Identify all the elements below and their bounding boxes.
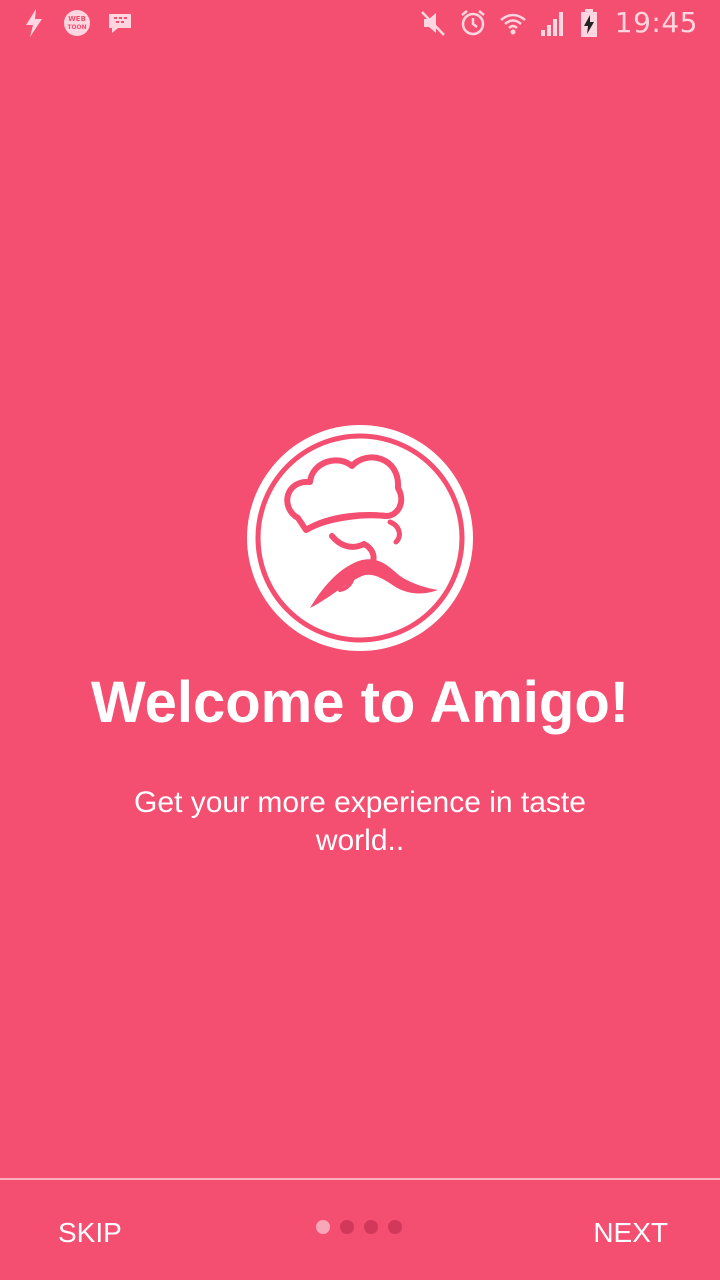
webtoon-text-top: WEB	[68, 15, 86, 23]
status-bar: WEB TOON 19:45	[0, 0, 720, 48]
battery-charging-icon	[580, 8, 597, 37]
page-dot-1[interactable]	[316, 1220, 330, 1234]
welcome-title: Welcome to Amigo!	[90, 670, 630, 735]
signal-icon	[540, 11, 563, 36]
page-dot-3[interactable]	[364, 1220, 378, 1234]
mute-icon	[420, 10, 445, 36]
page-dot-4[interactable]	[388, 1220, 402, 1234]
chef-icon	[247, 425, 473, 651]
webtoon-text-bottom: TOON	[67, 24, 86, 31]
next-button[interactable]: NEXT	[587, 1208, 674, 1258]
chef-logo	[240, 418, 480, 658]
page-indicator	[316, 1220, 402, 1234]
status-left-icons: WEB TOON	[20, 8, 134, 38]
page-dot-2[interactable]	[340, 1220, 354, 1234]
status-clock: 19:45	[614, 6, 698, 39]
alarm-icon	[461, 9, 485, 35]
skip-button[interactable]: SKIP	[52, 1208, 128, 1258]
webtoon-icon: WEB TOON	[64, 10, 90, 36]
bbm-icon	[109, 14, 131, 33]
status-right-icons: 19:45	[419, 6, 698, 39]
flash-icon	[26, 9, 42, 37]
wifi-icon	[499, 13, 526, 34]
bottom-divider	[0, 1178, 720, 1180]
welcome-subtitle: Get your more experience in taste world.…	[134, 786, 586, 857]
